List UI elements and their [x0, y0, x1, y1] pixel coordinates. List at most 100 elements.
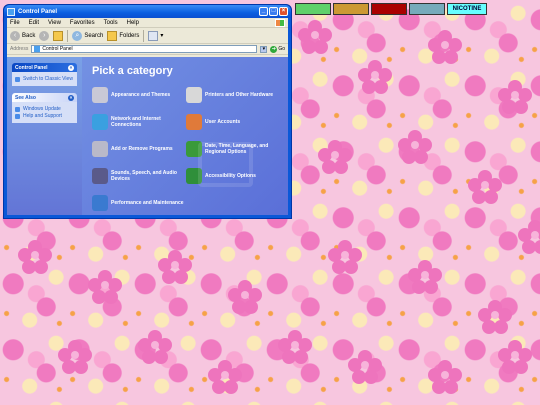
flower-petal: [362, 80, 376, 94]
menu-file[interactable]: File: [10, 20, 20, 26]
address-dropdown-button[interactable]: ▾: [260, 45, 268, 53]
flower-petal: [358, 68, 372, 82]
category-item[interactable]: Network and Internet Connections: [92, 112, 184, 132]
address-bar: Address Control Panel ▾ ➔ Go: [7, 44, 288, 55]
search-button[interactable]: ⌕ Search: [72, 30, 103, 41]
flower-petal: [174, 270, 188, 284]
category-item[interactable]: Add or Remove Programs: [92, 139, 184, 159]
category-view: Pick a category Appearance and Themes Pr…: [82, 57, 288, 215]
flower-petal: [104, 290, 118, 304]
flower-center: [151, 341, 159, 349]
flower-center: [481, 181, 489, 189]
appearance-icon: [92, 87, 108, 103]
badge-strip: NICOTINE: [295, 3, 487, 17]
flower-center: [511, 91, 519, 99]
flower-center: [341, 251, 349, 259]
windows-update-label: Windows Update: [23, 106, 61, 112]
address-input[interactable]: Control Panel: [31, 45, 258, 53]
windows-update-link[interactable]: Windows Update: [15, 106, 74, 112]
switch-classic-view-link[interactable]: Switch to Classic View: [15, 76, 74, 82]
network-icon: [92, 114, 108, 130]
collapse-chevron-icon[interactable]: «: [68, 64, 74, 71]
menu-favorites[interactable]: Favorites: [70, 20, 95, 26]
minimize-button[interactable]: _: [259, 7, 268, 16]
control-panel-window: Control Panel _ □ × File Edit View Favor…: [3, 4, 292, 219]
classic-view-icon: [15, 76, 20, 82]
help-support-link[interactable]: Help and Support: [15, 113, 74, 119]
flower-petal: [322, 160, 336, 174]
back-button[interactable]: ‹ Back: [10, 30, 35, 41]
flower-petal: [298, 28, 312, 42]
category-label: Printers and Other Hardware: [205, 92, 274, 98]
switch-classic-view-label: Switch to Classic View: [23, 76, 73, 82]
flower-petal: [18, 248, 32, 262]
flower-petal: [398, 138, 412, 152]
address-label: Address: [10, 46, 29, 52]
category-item[interactable]: Sounds, Speech, and Audio Devices: [92, 166, 184, 186]
badge-1[interactable]: [295, 3, 331, 15]
views-button[interactable]: ▾: [148, 30, 164, 41]
flower-petal: [432, 50, 446, 64]
sound-icon: [92, 168, 108, 184]
flower-petal: [408, 268, 422, 282]
flower-petal: [142, 350, 156, 364]
flower-center: [311, 31, 319, 39]
flower-petal: [344, 260, 358, 274]
windows-update-icon: [15, 106, 20, 112]
flower-petal: [494, 320, 508, 334]
badge-2[interactable]: [333, 3, 369, 15]
category-label: Performance and Maintenance: [111, 200, 184, 206]
flower-petal: [58, 348, 72, 362]
title-bar[interactable]: Control Panel _ □ ×: [4, 5, 291, 18]
flower-center: [331, 151, 339, 159]
badge-4[interactable]: [409, 3, 445, 15]
flower-petal: [282, 350, 296, 364]
forward-button[interactable]: ›: [39, 30, 50, 41]
badge-3[interactable]: [371, 3, 407, 15]
see-also-panel-header[interactable]: See Also «: [12, 93, 77, 102]
flower-petal: [472, 190, 486, 204]
folders-label: Folders: [119, 32, 140, 39]
go-button[interactable]: ➔ Go: [270, 45, 288, 53]
category-item[interactable]: Appearance and Themes: [92, 85, 184, 105]
users-icon: [186, 114, 202, 130]
menu-view[interactable]: View: [48, 20, 61, 26]
flower-petal: [412, 280, 426, 294]
folders-button[interactable]: Folders: [107, 30, 140, 41]
menu-tools[interactable]: Tools: [104, 20, 118, 26]
control-panel-panel-body: Switch to Classic View: [12, 72, 77, 86]
control-panel-icon: [7, 7, 15, 16]
flower-petal: [518, 228, 532, 242]
category-item[interactable]: Printers and Other Hardware: [186, 85, 278, 105]
flower-petal: [424, 280, 438, 294]
flower-center: [511, 351, 519, 359]
maximize-button[interactable]: □: [269, 7, 278, 16]
badge-nicotine[interactable]: NICOTINE: [447, 3, 487, 15]
flower-center: [361, 361, 369, 369]
flower-petal: [364, 370, 378, 384]
category-label: Appearance and Themes: [111, 92, 171, 98]
up-folder-button[interactable]: [53, 30, 64, 41]
category-item[interactable]: User Accounts: [186, 112, 278, 132]
folders-icon: [107, 30, 118, 41]
flower-center: [291, 341, 299, 349]
flower-petal: [92, 290, 106, 304]
category-label: User Accounts: [205, 119, 241, 125]
collapse-chevron-icon[interactable]: «: [68, 94, 74, 101]
views-chevron-icon: ▾: [160, 33, 164, 39]
control-panel-panel-header[interactable]: Control Panel «: [12, 63, 77, 72]
toolbar-separator: [143, 29, 145, 42]
programs-icon: [92, 141, 108, 157]
close-button[interactable]: ×: [279, 7, 288, 16]
flower-petal: [444, 380, 458, 394]
menu-edit[interactable]: Edit: [29, 20, 39, 26]
control-panel-panel: Control Panel « Switch to Classic View: [12, 63, 77, 86]
flower-petal: [502, 100, 516, 114]
flower-petal: [228, 288, 242, 302]
page-title: Pick a category: [92, 65, 173, 77]
category-item[interactable]: Performance and Maintenance: [92, 193, 184, 213]
menu-help[interactable]: Help: [127, 20, 139, 26]
go-arrow-icon: ➔: [270, 45, 278, 53]
flower-center: [241, 291, 249, 299]
window-body: File Edit View Favorites Tools Help ‹ Ba…: [7, 18, 288, 215]
